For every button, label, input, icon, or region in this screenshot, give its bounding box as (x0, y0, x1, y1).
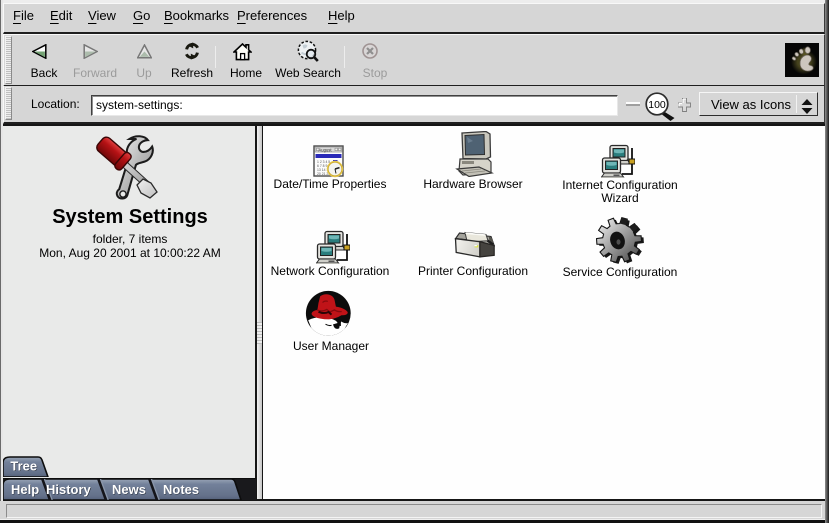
svg-text:Tree: Tree (10, 458, 37, 473)
svg-text:Help: Help (11, 482, 39, 497)
svg-text:History: History (46, 482, 92, 497)
svg-text:August: August (318, 147, 332, 152)
svg-text:News: News (112, 482, 146, 497)
svg-text:Notes: Notes (163, 482, 199, 497)
svg-text:100: 100 (648, 99, 666, 111)
